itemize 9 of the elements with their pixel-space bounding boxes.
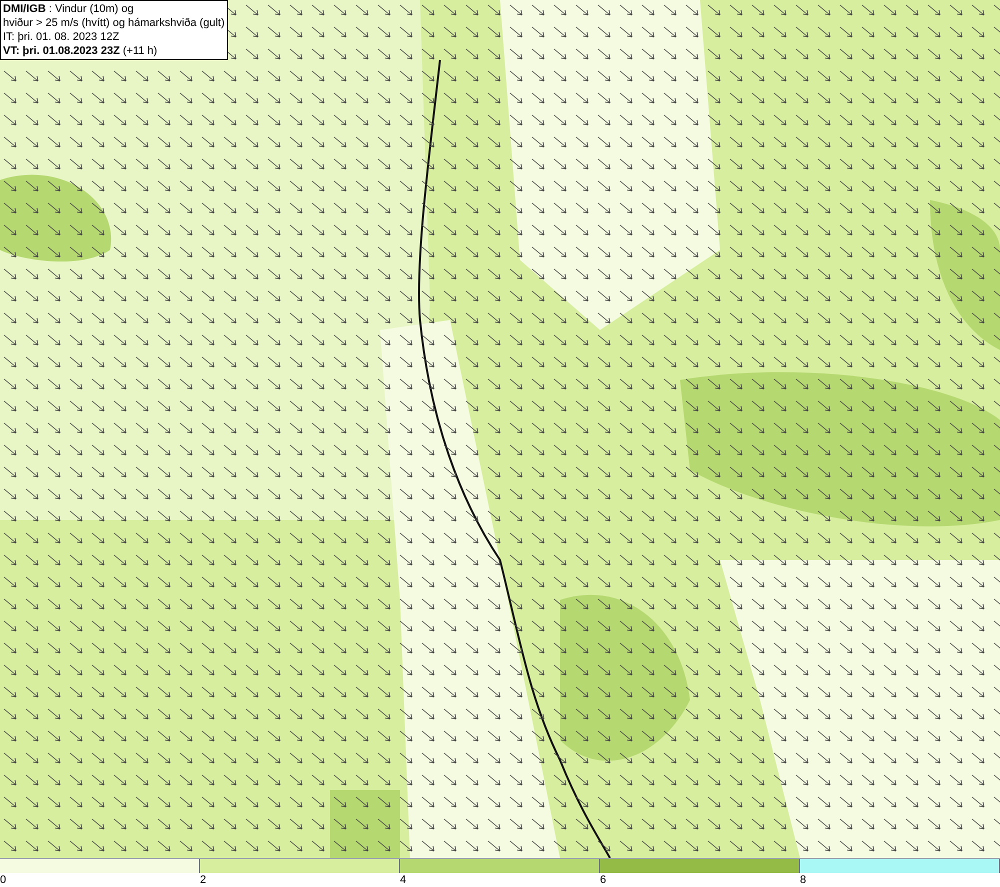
title-line: hviður > 25 m/s (hvítt) og hámarkshviða (gult)	[3, 16, 225, 30]
legend-tick-label: 4	[400, 873, 406, 887]
legend-tick-label: 6	[600, 873, 606, 887]
legend-tick-label: 0	[0, 873, 6, 887]
title-line: DMI/IGB : Vindur (10m) og	[3, 2, 135, 16]
title-line: IT: þri. 01. 08. 2023 12Z	[3, 30, 120, 44]
legend-tick-label: 2	[200, 873, 206, 887]
title-line: VT: þri. 01.08.2023 23Z (+11 h)	[3, 44, 158, 58]
legend-tick-label: 8	[800, 873, 806, 887]
